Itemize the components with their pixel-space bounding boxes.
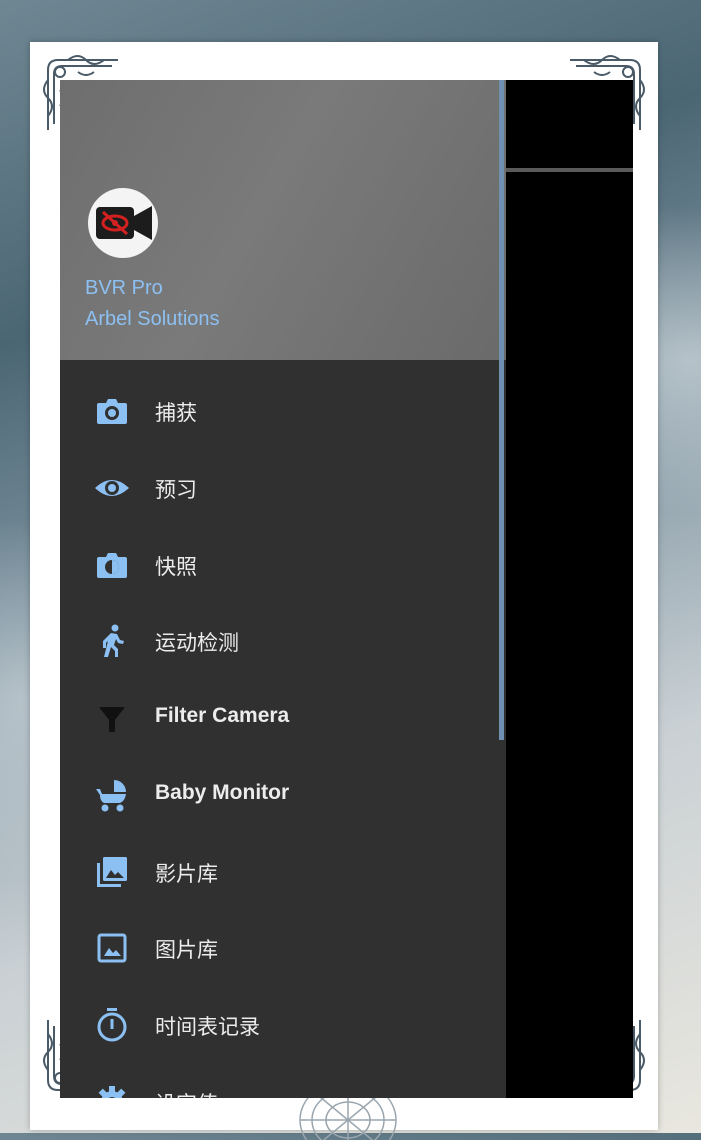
toolbar-divider — [506, 168, 633, 172]
filter-funnel-icon — [99, 707, 125, 732]
timer-icon — [97, 1008, 127, 1042]
app-screen: BVR Pro Arbel Solutions 捕获 预习 快照 运动检测 Fi… — [60, 80, 633, 1098]
menu-item-capture[interactable]: 捕获 — [60, 373, 500, 449]
company-name: Arbel Solutions — [85, 308, 220, 330]
image-icon — [97, 933, 127, 963]
menu-item-label: 图片库 — [155, 938, 218, 962]
menu-item-motion-detection[interactable]: 运动检测 — [60, 603, 500, 679]
menu-item-label: 预习 — [155, 478, 197, 502]
eye-icon — [95, 480, 129, 496]
camera-icon — [97, 399, 127, 424]
video-camera-off-icon — [96, 206, 152, 240]
menu-item-preview[interactable]: 预习 — [60, 450, 500, 526]
navigation-drawer: BVR Pro Arbel Solutions 捕获 预习 快照 运动检测 Fi… — [60, 80, 506, 1098]
running-person-icon — [103, 624, 124, 657]
menu-item-video-library[interactable]: 影片库 — [60, 834, 500, 910]
menu-item-label: 时间表记录 — [155, 1015, 260, 1039]
menu-item-baby-monitor[interactable]: Baby Monitor — [60, 757, 500, 833]
menu-item-schedule-recording[interactable]: 时间表记录 — [60, 987, 500, 1063]
menu-item-label: 设定值 — [155, 1088, 218, 1098]
drawer-header: BVR Pro Arbel Solutions — [60, 80, 506, 360]
menu-item-picture-library[interactable]: 图片库 — [60, 910, 500, 986]
menu-item-snapshot[interactable]: 快照 — [60, 527, 500, 603]
menu-item-label: 影片库 — [155, 862, 218, 886]
app-logo[interactable] — [88, 188, 158, 258]
app-name: BVR Pro — [85, 277, 163, 299]
gear-icon — [98, 1086, 126, 1098]
snapshot-icon — [97, 553, 127, 578]
menu-item-label: 捕获 — [155, 401, 197, 425]
menu-item-label: Baby Monitor — [155, 781, 290, 804]
menu-item-label: Filter Camera — [155, 704, 290, 727]
drawer-scrollbar[interactable] — [499, 80, 504, 740]
menu-item-filter-camera[interactable]: Filter Camera — [60, 680, 500, 756]
menu-item-settings[interactable]: 设定值 — [60, 1064, 500, 1098]
menu-item-label: 快照 — [155, 555, 197, 579]
menu-item-label: 运动检测 — [155, 631, 239, 655]
video-library-icon — [97, 857, 127, 887]
baby-stroller-icon — [96, 780, 126, 812]
